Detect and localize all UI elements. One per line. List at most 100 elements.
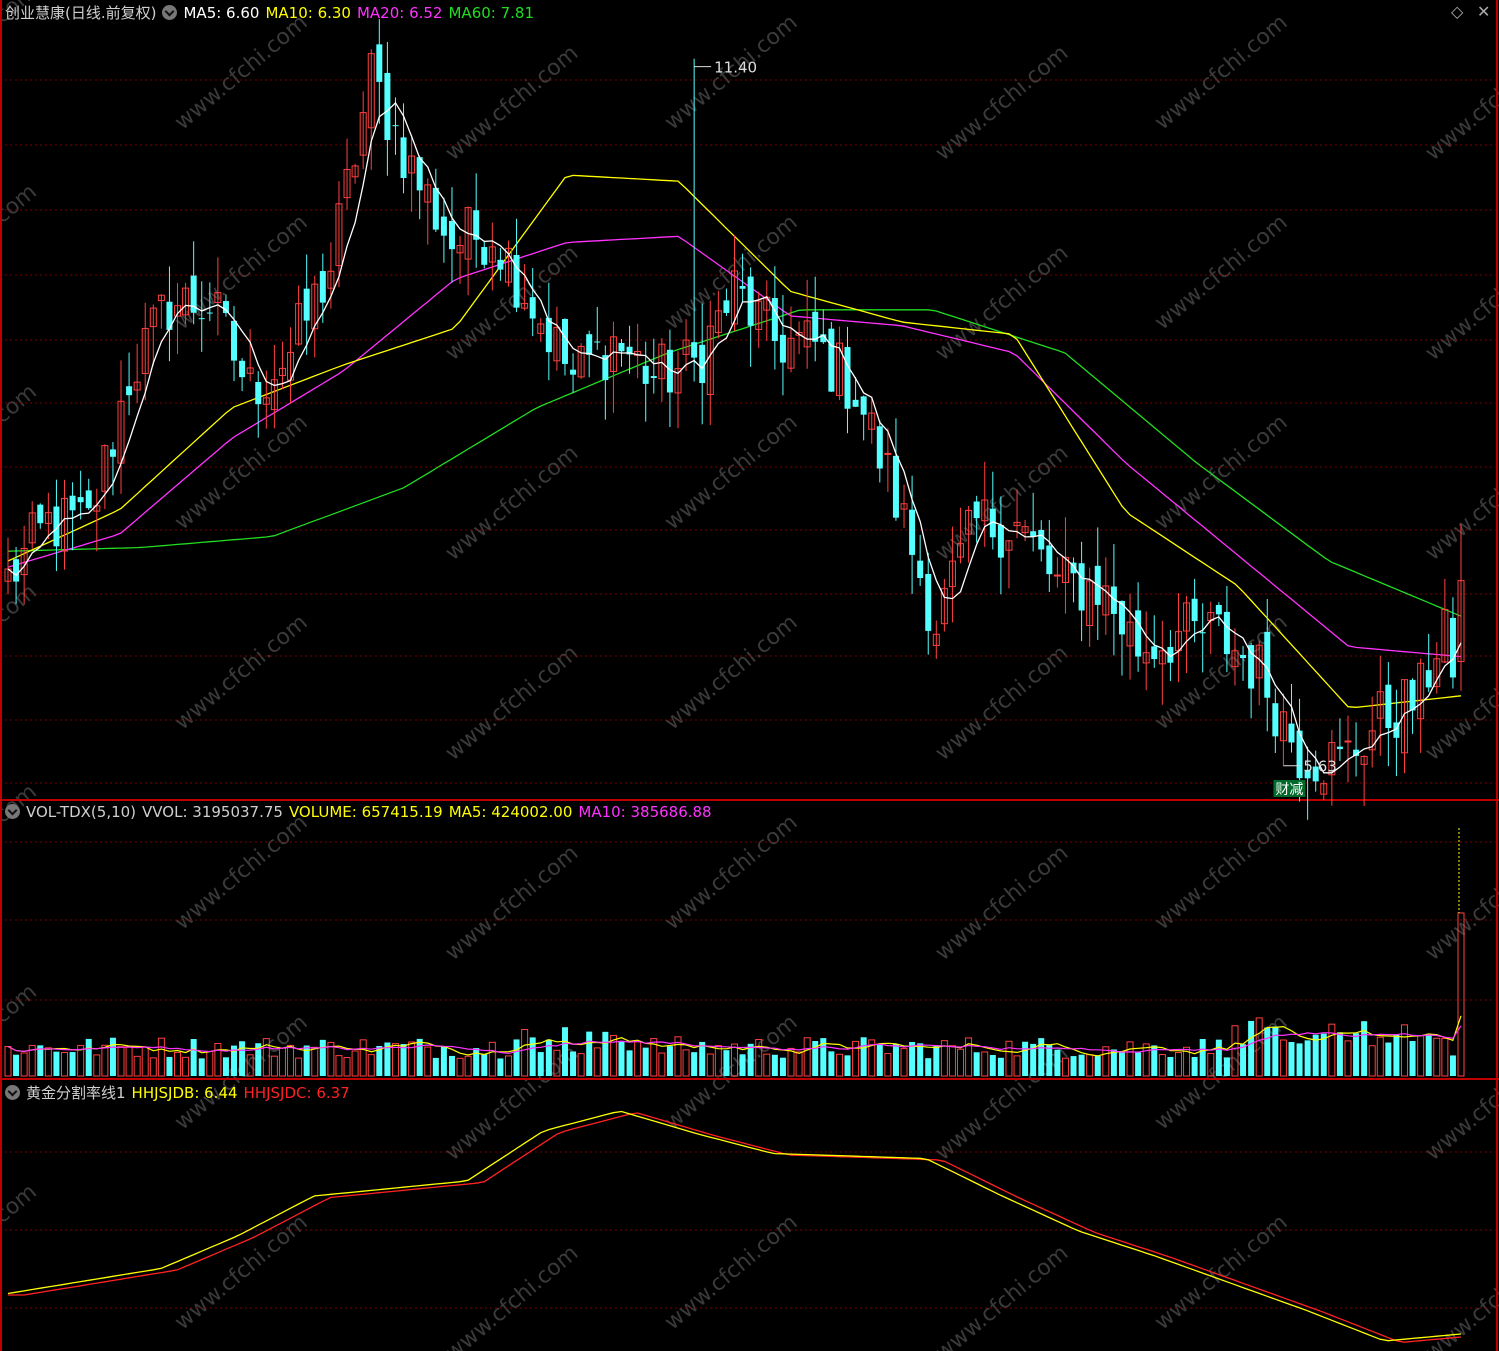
- volume-bar-up: [682, 1049, 690, 1077]
- volume-bar-down: [1304, 1040, 1311, 1076]
- watermark-text: www.cfchi.com: [931, 1241, 1073, 1351]
- stock-chart[interactable]: www.cfchi.com www.cfchi.com www.cfchi.com w…: [0, 0, 1499, 1351]
- volume-bar-down: [933, 1045, 940, 1076]
- volume-bar-down: [892, 1043, 899, 1076]
- volume-bar-down: [626, 1050, 633, 1076]
- candle-body-down: [231, 320, 238, 361]
- volume-bar-up: [1417, 1035, 1425, 1077]
- candle-body-down: [561, 318, 568, 364]
- settings-dropdown-icon[interactable]: [162, 5, 178, 20]
- volume-bar-up: [1328, 1023, 1336, 1077]
- watermark-text: www.cfchi.com: [931, 841, 1073, 966]
- watermark-text: www.cfchi.com: [1421, 41, 1499, 166]
- watermark-text: www.cfchi.com: [170, 10, 312, 135]
- candle-body-down: [303, 288, 310, 321]
- volume-bar-up: [504, 1055, 512, 1077]
- volume-bar-down: [1054, 1049, 1061, 1076]
- volume-bar-down: [771, 1054, 778, 1076]
- volume-bar-down: [416, 1038, 423, 1076]
- candle-body-down: [852, 399, 859, 407]
- candle-body-down: [1199, 632, 1206, 634]
- volume-bar-down: [190, 1039, 197, 1076]
- volume-bar-up: [1344, 1040, 1352, 1077]
- volume-bar-up: [1005, 1040, 1013, 1077]
- volume-bar-down: [1385, 1042, 1392, 1076]
- volume-bar-up: [948, 1045, 956, 1077]
- watermark-text: www.cfchi.com: [660, 1210, 802, 1335]
- volume-bar-down: [1215, 1039, 1222, 1076]
- candle-body-down: [1264, 631, 1271, 698]
- volume-indicator-name: VOL-TDX(5,10): [26, 803, 137, 821]
- golden-panel-header: 黄金分割率线1 HHJSJDB: 6.44 HHJSJDC: 6.37: [5, 1084, 356, 1102]
- volume-bar-up: [1102, 1046, 1110, 1077]
- volume-bar-down: [666, 1046, 673, 1076]
- volume-value: VOLUME: 657415.19: [288, 803, 443, 821]
- candle-body-up: [1344, 740, 1352, 743]
- volume-dropdown-icon[interactable]: [5, 804, 20, 819]
- volume-bar-up: [835, 1053, 843, 1077]
- candle-body-down: [1078, 563, 1085, 611]
- volume-bar-down: [1296, 1043, 1303, 1076]
- volume-bar-down: [561, 1027, 568, 1076]
- volume-bar-up: [117, 1046, 125, 1077]
- watermark-text: www.cfchi.com: [1421, 441, 1499, 566]
- volume-bar-down: [876, 1044, 883, 1076]
- close-icon[interactable]: ✕: [1477, 2, 1490, 21]
- volume-bar-up: [1279, 1039, 1287, 1077]
- candle-body-down: [1135, 610, 1142, 657]
- candle-body-down: [618, 342, 625, 352]
- candle-body-down: [828, 328, 835, 392]
- volume-bar-up: [900, 1048, 908, 1077]
- watermark-text: www.cfchi.com: [660, 810, 802, 935]
- hhjsjdb-value: HHJSJDB: 6.44: [131, 1084, 238, 1102]
- volume-bar-down: [537, 1052, 544, 1076]
- volume-bar-up: [359, 1039, 367, 1077]
- candle-body-down: [198, 318, 205, 320]
- volume-bar-down: [400, 1044, 407, 1076]
- volume-bar-down: [1449, 1055, 1456, 1076]
- candle-body-down: [69, 495, 76, 511]
- volume-bar-down: [1353, 1033, 1360, 1076]
- candle-body-down: [384, 72, 391, 140]
- candle-body-down: [1046, 545, 1053, 575]
- low-price-label: 5.63: [1303, 758, 1336, 776]
- volume-bar-up: [367, 1054, 375, 1077]
- candle-body-down: [917, 560, 924, 579]
- volume-ma5-value: MA5: 424002.00: [448, 803, 573, 821]
- volume-bar-down: [109, 1037, 116, 1076]
- candle-body-down: [239, 360, 246, 378]
- volume-bar-up: [803, 1037, 811, 1077]
- volume-bar-down: [1046, 1044, 1053, 1076]
- volume-bar-up: [1400, 1024, 1408, 1077]
- volume-bar-down: [1264, 1027, 1271, 1076]
- stock-title: 创业慧康(日线.前复权): [5, 4, 157, 22]
- volume-bar-down: [1078, 1054, 1085, 1076]
- volume-bar-down: [925, 1058, 932, 1076]
- candle-body-down: [925, 573, 932, 631]
- candle-body-down: [909, 509, 916, 555]
- watermark-text: www.cfchi.com: [1421, 241, 1499, 366]
- golden-dropdown-icon[interactable]: [5, 1085, 20, 1100]
- watermark-text: www.cfchi.com: [931, 241, 1073, 366]
- diamond-icon[interactable]: ◇: [1451, 2, 1463, 21]
- volume-bar-up: [981, 1051, 989, 1077]
- candle-body-down: [126, 386, 133, 396]
- candle-body-down: [1223, 611, 1230, 655]
- volume-bar-up: [351, 1050, 359, 1077]
- volume-bar-down: [642, 1047, 649, 1076]
- volume-bar-up: [1086, 1054, 1094, 1077]
- volume-bar-down: [1425, 1033, 1432, 1076]
- volume-bar-up: [61, 1052, 69, 1077]
- volume-bar-up: [593, 1047, 601, 1077]
- volume-bar-down: [1409, 1041, 1416, 1076]
- candle-body-down: [723, 300, 730, 313]
- candle-body-down: [570, 369, 577, 375]
- candle-body-down: [779, 334, 786, 363]
- candle-body-down: [1030, 531, 1037, 537]
- volume-bar-down: [602, 1031, 609, 1076]
- volume-bar-up: [1441, 1037, 1449, 1077]
- watermark-text: www.cfchi.com: [0, 1179, 42, 1304]
- volume-bar-up: [206, 1050, 214, 1077]
- volume-bar-up: [1174, 1052, 1182, 1077]
- volume-bar-down: [319, 1039, 326, 1076]
